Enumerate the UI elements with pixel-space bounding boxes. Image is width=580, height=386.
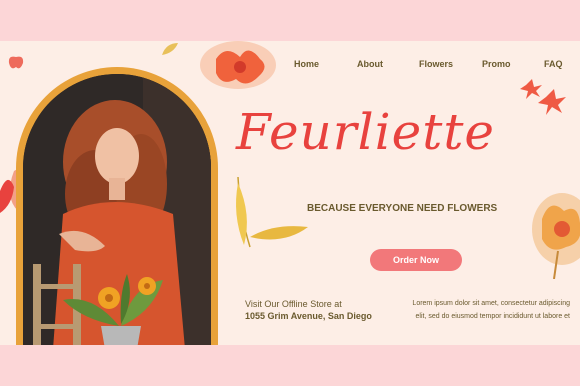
leaf-icon xyxy=(162,43,178,55)
brand-title: Feurliette xyxy=(236,103,495,161)
small-flower-icon xyxy=(520,79,566,115)
flower-illustration-right xyxy=(532,193,580,279)
nav-flowers[interactable]: Flowers xyxy=(419,59,453,69)
store-address: 1055 Grim Avenue, San Diego xyxy=(245,311,372,321)
nav-home[interactable]: Home xyxy=(294,59,319,69)
order-now-button[interactable]: Order Now xyxy=(370,249,462,271)
blurb-line-2: elit, sed do eiusmod tempor incididunt u… xyxy=(415,313,570,320)
leaf-stem-illustration xyxy=(236,176,308,248)
flower-illustration-top xyxy=(200,41,276,89)
hero-photo xyxy=(23,74,211,345)
store-visit-text: Visit Our Offline Store at xyxy=(245,299,342,309)
petal-icon xyxy=(8,56,24,69)
nav-faq[interactable]: FAQ xyxy=(544,59,563,69)
blurb-line-1: Lorem ipsum dolor sit amet, consectetur … xyxy=(412,300,570,307)
nav-about[interactable]: About xyxy=(357,59,383,69)
top-navigation: Home About Flowers Promo FAQ xyxy=(280,59,580,73)
nav-promo[interactable]: Promo xyxy=(482,59,511,69)
woman-with-flowers-image xyxy=(23,74,211,345)
tagline: BECAUSE EVERYONE NEED FLOWERS xyxy=(307,203,498,214)
landing-panel: Home About Flowers Promo FAQ Feurliette … xyxy=(0,41,580,345)
